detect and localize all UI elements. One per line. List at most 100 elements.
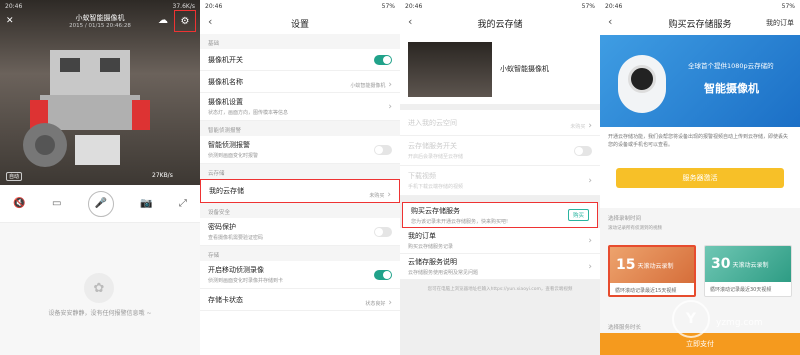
- bitrate-label: 27KB/s: [152, 172, 173, 179]
- row-label: 密码保护: [208, 223, 236, 231]
- section-disk: 存储: [200, 246, 400, 261]
- snapshot-camera-icon[interactable]: 📷: [140, 198, 152, 209]
- chevron-right-icon: ›: [388, 101, 392, 112]
- status-speed: 37.6K/s: [172, 2, 195, 10]
- my-orders-row[interactable]: 我的订单 购买云存储服务记录 ›: [400, 228, 600, 254]
- settings-gear-icon[interactable]: ⚙: [174, 10, 196, 32]
- select-time-label: 选择录制时间: [608, 216, 642, 222]
- cloud-switch-row[interactable]: 云存储服务开关开启后会录存储至云存储: [400, 136, 600, 166]
- close-icon[interactable]: ✕: [6, 16, 14, 26]
- motion-record-toggle[interactable]: [374, 269, 392, 280]
- my-cloud-storage-screen: 20:46 57% ‹ 我的云存储 小蚁智能摄像机 进入我的云空间 未购买 › 云…: [400, 0, 600, 355]
- password-toggle[interactable]: [374, 226, 392, 237]
- status-time: 20:46: [405, 2, 423, 10]
- chevron-right-icon: ›: [588, 235, 592, 246]
- camera-lens: [628, 65, 656, 93]
- microphone-button[interactable]: 🎤: [87, 190, 114, 217]
- section-smart: 智能侦测报警: [200, 121, 400, 136]
- camera-switch-toggle[interactable]: [374, 54, 392, 65]
- camera-switch-row[interactable]: 摄像机开关: [200, 49, 400, 71]
- back-icon[interactable]: ‹: [408, 15, 412, 28]
- plan-label: 天滚动云录制: [732, 261, 769, 269]
- row-desc: 开启后会录存储至云存储: [408, 154, 464, 160]
- settings-screen: 20:46 57% ‹ 设置 基础 摄像机开关 摄像机名称 小蚁智能摄像机 › 摄…: [200, 0, 400, 355]
- my-orders-link[interactable]: 我的订单: [766, 18, 794, 28]
- row-label: 进入我的云空间: [408, 118, 457, 127]
- status-battery: 57%: [781, 2, 795, 10]
- row-value: 未购买: [369, 192, 385, 199]
- watermark-logo: Y: [672, 300, 710, 338]
- enter-cloud-row[interactable]: 进入我的云空间 未购买 ›: [400, 110, 600, 136]
- page-title: 设置: [290, 19, 309, 30]
- watermark-text: yzmg.com: [716, 318, 763, 328]
- motion-record-row[interactable]: 开启移动侦测录像侦测到画面变化时录像并存储到卡: [200, 261, 400, 289]
- empty-alarm-text: 设备安安静静，没有任何报警信息哦 ~: [48, 310, 152, 317]
- storage-header: ‹ 我的云存储: [400, 12, 600, 34]
- row-label: 云存储服务开关: [408, 142, 457, 150]
- row-desc: 侦测到画面变化时录像并存储到卡: [208, 278, 284, 284]
- chevron-right-icon: ›: [588, 121, 592, 131]
- row-label: 开启移动侦测录像: [208, 266, 264, 274]
- banner-line2: 智能摄像机: [704, 82, 759, 95]
- row-desc: 云存储服务使用说明及常见问题: [408, 270, 479, 276]
- select-period-label: 选择服务时长: [608, 325, 642, 331]
- mute-icon[interactable]: 🔇: [13, 198, 25, 209]
- cloud-switch-toggle[interactable]: [574, 145, 592, 156]
- back-icon[interactable]: ‹: [608, 15, 612, 28]
- chevron-right-icon: ›: [588, 175, 592, 186]
- sd-status-row[interactable]: 存储卡状态 状态良好 ›: [200, 289, 400, 311]
- plan-days: 15: [616, 257, 636, 273]
- pay-now-button[interactable]: 立即支付: [600, 333, 800, 355]
- buy-storage-row[interactable]: 购买云存储服务 您为该记录未开通云存储服务，快来购买吧! 购买: [402, 202, 598, 228]
- row-value: 状态良好: [365, 301, 386, 307]
- my-cloud-storage-row[interactable]: 我的云存储 未购买 ›: [200, 179, 400, 203]
- banner-line1: 全球首个提供1080p云存储的: [688, 62, 774, 70]
- password-row[interactable]: 密码保护查看摄像机需要验证密码: [200, 218, 400, 246]
- row-value: 未购买: [570, 124, 586, 130]
- robot-toy-image: [23, 50, 150, 167]
- camera-thumbnail: [408, 41, 492, 97]
- row-desc: 查看摄像机需要验证密码: [208, 235, 264, 241]
- record-video-icon[interactable]: ▭: [52, 198, 61, 209]
- status-time: 20:46: [205, 2, 223, 10]
- camera-card: 小蚁智能摄像机: [400, 34, 600, 104]
- empty-bunny-icon: ✿: [84, 273, 114, 303]
- row-value: 小蚁智能摄像机: [350, 83, 386, 89]
- camera-settings-row[interactable]: 摄像机设置 状态灯，画面方向，图传模本等信息 ›: [200, 93, 400, 121]
- camera-video-feed[interactable]: 20:46 37.6K/s ✕ 小蚁智能摄像机 2015 / 01/15 20:…: [0, 0, 200, 185]
- cloud-upload-icon[interactable]: ☁: [158, 15, 168, 26]
- smart-alarm-toggle[interactable]: [374, 144, 392, 155]
- download-row[interactable]: 下载视频 手机下载云端存储的视频 ›: [400, 166, 600, 196]
- buy-button[interactable]: 购买: [567, 209, 589, 221]
- storage-help-row[interactable]: 云储存服务说明 云存储服务使用说明及常见问题 ›: [400, 254, 600, 280]
- settings-header: ‹ 设置: [200, 12, 400, 34]
- camera-name-row[interactable]: 摄像机名称 小蚁智能摄像机 ›: [200, 71, 400, 93]
- service-description: 开通云存储功能，我们会帮您将设备出现的报警视频自动上传到云存储，即使丢失您的设备…: [608, 134, 789, 148]
- footer-note: 您可在电脑上浏览器地址栏输入https://yun.xiaoyi.com，查看云…: [427, 287, 573, 292]
- live-view-screen: 20:46 37.6K/s ✕ 小蚁智能摄像机 2015 / 01/15 20:…: [0, 0, 200, 355]
- plan-30-day[interactable]: 30 天滚动云录制 循环滚动记录最近30天视频: [704, 245, 792, 297]
- section-security: 设备安全: [200, 203, 400, 218]
- smart-alarm-row[interactable]: 智能侦测报警 侦测到画面变化时报警: [200, 136, 400, 164]
- chevron-right-icon: ›: [588, 261, 592, 272]
- camera-name: 小蚁智能摄像机: [500, 65, 549, 73]
- row-desc: 购买云存储服务记录: [408, 244, 454, 250]
- plan-desc: 循环滚动记录最近30天视频: [705, 282, 791, 296]
- row-label: 摄像机名称: [208, 77, 243, 86]
- row-desc: 侦测到画面变化时报警: [208, 153, 259, 159]
- fullscreen-icon[interactable]: ⤢: [179, 198, 187, 209]
- row-label: 下载视频: [408, 172, 436, 180]
- back-icon[interactable]: ‹: [208, 15, 212, 28]
- status-time: 20:46: [605, 2, 623, 10]
- select-time-sub: 滚动记录所有侦测到的视频: [608, 226, 662, 231]
- plan-days: 30: [711, 256, 731, 272]
- plan-15-day[interactable]: 15 天滚动云录制 循环滚动记录最近15天视频: [608, 245, 696, 297]
- activate-server-button[interactable]: 服务器激活: [616, 168, 784, 188]
- promo-banner: 全球首个提供1080p云存储的 智能摄像机: [600, 35, 800, 127]
- row-desc: 您为该记录未开通云存储服务，快来购买吧!: [411, 218, 509, 225]
- video-title: 小蚁智能摄像机: [75, 14, 125, 22]
- quality-auto-button[interactable]: 自动: [6, 172, 23, 181]
- section-storage: 云存储: [200, 164, 400, 179]
- status-battery: 57%: [381, 2, 395, 10]
- row-desc: 状态灯，画面方向，图传模本等信息: [208, 110, 289, 116]
